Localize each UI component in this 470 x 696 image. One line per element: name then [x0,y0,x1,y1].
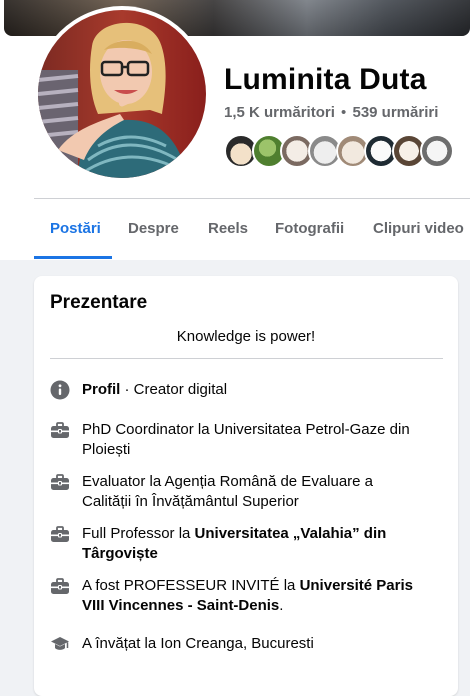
active-tab-indicator [34,256,112,259]
graduation-cap-icon [50,634,70,654]
profile-name: Luminita Duta [224,63,427,96]
profile-tabs: Postări Despre Reels Fotografii Clipuri … [34,200,470,260]
briefcase-icon [50,524,70,544]
friend-avatar[interactable] [420,134,454,168]
avatar [38,10,206,178]
intro-item-text: A învățat la Ion Creanga, Bucuresti [82,635,314,652]
profile-category: · Creator digital [120,381,228,398]
briefcase-icon [50,576,70,596]
intro-item-text: Full Professor la Universitatea „Valahia… [82,524,422,564]
separator: • [341,104,347,121]
tab-despre[interactable]: Despre [128,220,179,237]
friend-avatars [224,134,464,168]
intro-title: Prezentare [50,292,148,313]
bio-text: Knowledge is power! [176,328,316,345]
intro-item-text: Profil · Creator digital [82,380,422,400]
work-suffix: . [279,597,284,614]
intro-item-text: A fost PROFESSEUR INVITÉ la Université P… [82,576,422,616]
header-divider [34,198,470,199]
intro-divider [50,358,443,359]
intro-card: Prezentare Knowledge is power! Profil · … [34,276,458,696]
briefcase-icon [50,472,70,492]
info-icon [50,380,70,400]
intro-item-text: Evaluator la Agenția Română de Evaluare … [82,473,374,510]
followers-count[interactable]: 1,5 K urmăritori [224,104,335,121]
profile-picture[interactable] [34,6,210,182]
work-prefix: A fost PROFESSEUR INVITÉ la [82,577,300,594]
profile-header: Luminita Duta 1,5 K urmăritori • 539 urm… [0,0,470,260]
tab-clipuri-video[interactable]: Clipuri video [373,220,464,237]
tab-reels[interactable]: Reels [208,220,248,237]
intro-item-text: PhD Coordinator la Universitatea Petrol-… [82,421,410,458]
follow-stats: 1,5 K urmăritori • 539 urmăriri [224,104,438,121]
tab-postari[interactable]: Postări [50,220,101,237]
following-count[interactable]: 539 urmăriri [352,104,438,121]
work-prefix: Full Professor la [82,525,195,542]
profile-label: Profil [82,381,121,398]
tab-fotografii[interactable]: Fotografii [275,220,344,237]
briefcase-icon [50,420,70,440]
